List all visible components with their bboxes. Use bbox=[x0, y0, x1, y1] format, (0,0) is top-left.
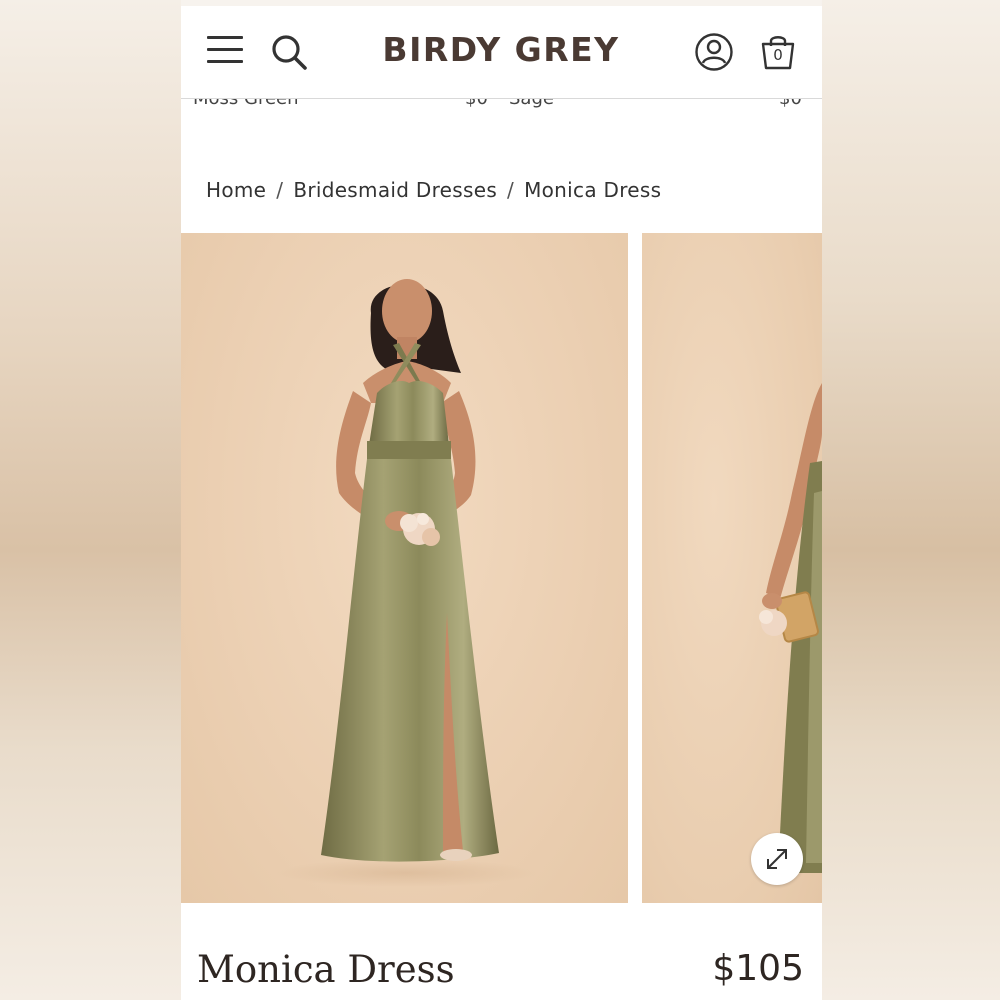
breadcrumb-separator: / bbox=[507, 178, 515, 202]
model-side-illustration bbox=[759, 383, 822, 873]
background-blur-left bbox=[0, 0, 181, 1000]
bag-icon[interactable]: 0 bbox=[759, 32, 797, 72]
background-blur-right bbox=[822, 0, 1000, 1000]
breadcrumb-current: Monica Dress bbox=[524, 178, 662, 202]
phone-screen: BIRDY GREY 0 Moss Green $0 Sage $0 Home /… bbox=[181, 6, 822, 1000]
product-title: Monica Dress bbox=[197, 948, 455, 991]
breadcrumb: Home / Bridesmaid Dresses / Monica Dress bbox=[206, 178, 661, 202]
product-image-secondary[interactable] bbox=[642, 233, 822, 903]
expand-icon bbox=[767, 849, 787, 869]
bag-count: 0 bbox=[773, 46, 783, 64]
breadcrumb-category[interactable]: Bridesmaid Dresses bbox=[293, 178, 497, 202]
product-price: $105 bbox=[712, 948, 804, 989]
site-header: BIRDY GREY 0 bbox=[181, 6, 822, 99]
account-icon[interactable] bbox=[694, 32, 734, 72]
model-illustration bbox=[276, 279, 536, 887]
brand-logo[interactable]: BIRDY GREY bbox=[361, 30, 641, 69]
breadcrumb-separator: / bbox=[276, 178, 284, 202]
search-icon[interactable] bbox=[269, 32, 309, 72]
menu-icon[interactable] bbox=[207, 36, 243, 66]
breadcrumb-home[interactable]: Home bbox=[206, 178, 266, 202]
expand-image-button[interactable] bbox=[751, 833, 803, 885]
product-image-main[interactable] bbox=[181, 233, 628, 903]
